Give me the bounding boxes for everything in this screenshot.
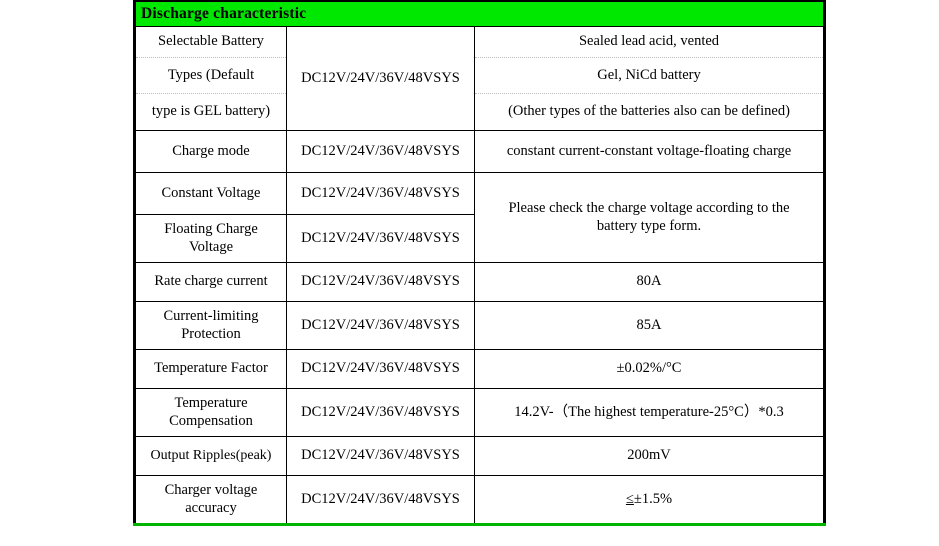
row-value-charge-mode: constant current-constant voltage-floati… <box>473 130 827 173</box>
row-label-constant-voltage: Constant Voltage <box>133 172 287 215</box>
page-canvas: Discharge characteristic Selectable Batt… <box>0 0 939 546</box>
row-label-line-2: Protection <box>181 325 241 342</box>
row-value-temperature-factor: ±0.02%/°C <box>473 349 827 389</box>
row-label-line-1: Current-limiting <box>163 308 259 325</box>
row-middle-charge-mode: DC12V/24V/36V/48VSYS <box>286 130 475 173</box>
row-label-current-limiting-protection: Current-limiting Protection <box>133 301 287 350</box>
row-label-charger-voltage-accuracy: Charger voltage accuracy <box>133 475 287 526</box>
row-label-line-1: Floating Charge <box>164 221 258 238</box>
row-middle-output-ripples: DC12V/24V/36V/48VSYS <box>286 436 475 476</box>
row-value-charger-voltage-accuracy: ≤±1.5% <box>473 475 827 526</box>
row-label-line-2: accuracy <box>185 499 237 516</box>
row-value-gel-nicd: Gel, NiCd battery <box>473 57 827 94</box>
table-row: Current-limiting Protection DC12V/24V/36… <box>133 301 827 350</box>
row-middle-charger-voltage-accuracy: DC12V/24V/36V/48VSYS <box>286 475 475 526</box>
value-comparison-operator: ≤ <box>625 490 634 507</box>
row-middle-constant-voltage: DC12V/24V/36V/48VSYS <box>286 172 475 215</box>
table-row: Temperature Factor DC12V/24V/36V/48VSYS … <box>133 349 827 389</box>
table-title: Discharge characteristic <box>141 4 307 22</box>
table-row: Output Ripples(peak) DC12V/24V/36V/48VSY… <box>133 436 827 476</box>
row-label-selectable-battery: Selectable Battery <box>133 26 287 58</box>
row-middle-rate-charge-current: DC12V/24V/36V/48VSYS <box>286 262 475 302</box>
row-label-rate-charge-current: Rate charge current <box>133 262 287 302</box>
row-value-current-limiting-protection: 85A <box>473 301 827 350</box>
table-row: Selectable Battery DC12V/24V/36V/48VSYS … <box>133 26 827 131</box>
row-label-output-ripples: Output Ripples(peak) <box>133 436 287 476</box>
row-middle-battery-types: DC12V/24V/36V/48VSYS <box>286 26 475 131</box>
table-row: Rate charge current DC12V/24V/36V/48VSYS… <box>133 262 827 302</box>
table-row: Constant Voltage DC12V/24V/36V/48VSYS Pl… <box>133 172 827 263</box>
row-label-types-default: Types (Default <box>133 57 287 94</box>
row-value-rate-charge-current: 80A <box>473 262 827 302</box>
row-label-line-1: Charger voltage <box>164 482 258 499</box>
table-header-cell: Discharge characteristic <box>132 0 827 27</box>
row-middle-current-limiting-protection: DC12V/24V/36V/48VSYS <box>286 301 475 350</box>
row-middle-floating-charge-voltage: DC12V/24V/36V/48VSYS <box>286 214 475 263</box>
table-row: Types (Default Gel, NiCd battery <box>133 57 827 94</box>
row-middle-temperature-compensation: DC12V/24V/36V/48VSYS <box>286 388 475 437</box>
row-label-charge-mode: Charge mode <box>133 130 287 173</box>
table-row: type is GEL battery) (Other types of the… <box>133 93 827 131</box>
table-row: Temperature Compensation DC12V/24V/36V/4… <box>133 388 827 437</box>
row-label-floating-charge-voltage: Floating Charge Voltage <box>133 214 287 263</box>
row-label-temperature-factor: Temperature Factor <box>133 349 287 389</box>
row-label-line-1: Temperature <box>174 395 248 412</box>
row-value-sealed-lead-acid: Sealed lead acid, vented <box>473 26 827 58</box>
table-row: Charger voltage accuracy DC12V/24V/36V/4… <box>133 475 827 526</box>
row-value-temperature-compensation: 14.2V-（The highest temperature-25°C）*0.3 <box>473 388 827 437</box>
row-value-output-ripples: 200mV <box>473 436 827 476</box>
row-label-temperature-compensation: Temperature Compensation <box>133 388 287 437</box>
discharge-characteristic-table: Discharge characteristic Selectable Batt… <box>132 0 827 526</box>
row-label-gel-battery-default: type is GEL battery) <box>133 93 287 131</box>
row-label-line-2: Voltage <box>188 238 234 255</box>
table-row: Charge mode DC12V/24V/36V/48VSYS constan… <box>133 130 827 173</box>
table-header-row: Discharge characteristic <box>132 0 827 27</box>
row-value-other-types: (Other types of the batteries also can b… <box>473 93 827 131</box>
row-middle-temperature-factor: DC12V/24V/36V/48VSYS <box>286 349 475 389</box>
row-label-line-2: Compensation <box>169 412 253 429</box>
row-value-check-charge-voltage: Please check the charge voltage accordin… <box>473 172 827 263</box>
value-tolerance: ±1.5% <box>633 490 673 507</box>
